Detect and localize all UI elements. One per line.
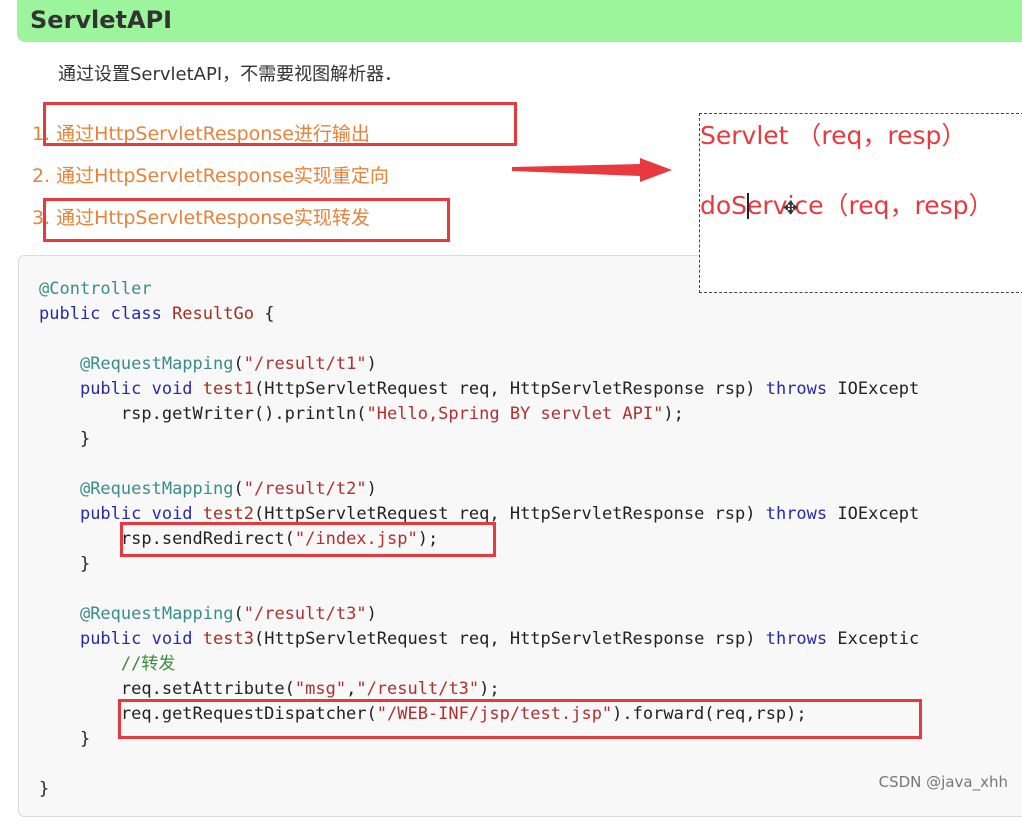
code-text: (HttpServletRequest req, HttpServletResp…	[253, 504, 766, 524]
code-text: }	[79, 554, 91, 574]
note-line-2: doService（req，resp）	[700, 191, 994, 220]
section-title: ServletAPI	[30, 6, 173, 34]
code-keyword: throws	[765, 504, 828, 524]
intro-text: 通过设置ServletAPI，不需要视图解析器．	[58, 64, 403, 85]
string-literal: "msg"	[294, 679, 347, 699]
move-cursor-icon: ✥	[783, 198, 799, 219]
code-text: IOExcept	[827, 504, 920, 524]
code-text: );	[663, 404, 684, 424]
class-name: ResultGo	[172, 304, 254, 324]
highlight-box-redirect	[120, 522, 496, 557]
code-text: (HttpServletRequest req, HttpServletResp…	[253, 379, 766, 399]
code-text: (HttpServletRequest req, HttpServletResp…	[253, 629, 766, 649]
code-keyword: public class	[39, 304, 173, 324]
string-literal: "Hello,Spring BY servlet API"	[366, 404, 664, 424]
highlight-box-step3	[43, 198, 450, 242]
highlight-box-step1	[43, 102, 517, 146]
code-text: );	[479, 679, 500, 699]
annotation: @RequestMapping	[79, 354, 234, 374]
code-text: {	[253, 304, 275, 324]
string-literal: "/result/t1"	[243, 354, 367, 374]
code-text: IOExcept	[827, 379, 920, 399]
annotation: @RequestMapping	[79, 604, 234, 624]
string-literal: "/result/t3"	[243, 604, 367, 624]
string-literal: "/result/t2"	[243, 479, 367, 499]
annotation: @Controller	[39, 279, 152, 299]
code-text: rsp.getWriter().println(	[120, 404, 367, 424]
code-text: }	[39, 779, 50, 799]
method-name: test1	[202, 379, 254, 399]
watermark: CSDN @java_xhh	[878, 773, 1008, 791]
arrow-icon	[512, 158, 672, 182]
method-name: test3	[202, 629, 254, 649]
step-item-2: 2. 通过HttpServletResponse实现重定向	[32, 165, 389, 187]
code-text: }	[79, 429, 91, 449]
text-caret	[747, 193, 749, 219]
method-name: test2	[202, 504, 254, 524]
code-keyword: throws	[765, 379, 828, 399]
code-keyword: public void	[79, 629, 203, 649]
note-line-1: Servlet （req，resp）	[700, 121, 967, 150]
annotation: @RequestMapping	[79, 479, 234, 499]
code-text: Exceptic	[827, 629, 920, 649]
code-text: req.setAttribute(	[120, 679, 295, 699]
string-literal: "/result/t3"	[356, 679, 480, 699]
code-keyword: public void	[79, 379, 203, 399]
highlight-box-forward	[118, 699, 922, 739]
code-comment: //转发	[120, 654, 176, 674]
code-text: ,	[346, 679, 357, 699]
code-keyword: throws	[765, 629, 828, 649]
code-text: }	[79, 729, 91, 749]
code-keyword: public void	[79, 504, 203, 524]
